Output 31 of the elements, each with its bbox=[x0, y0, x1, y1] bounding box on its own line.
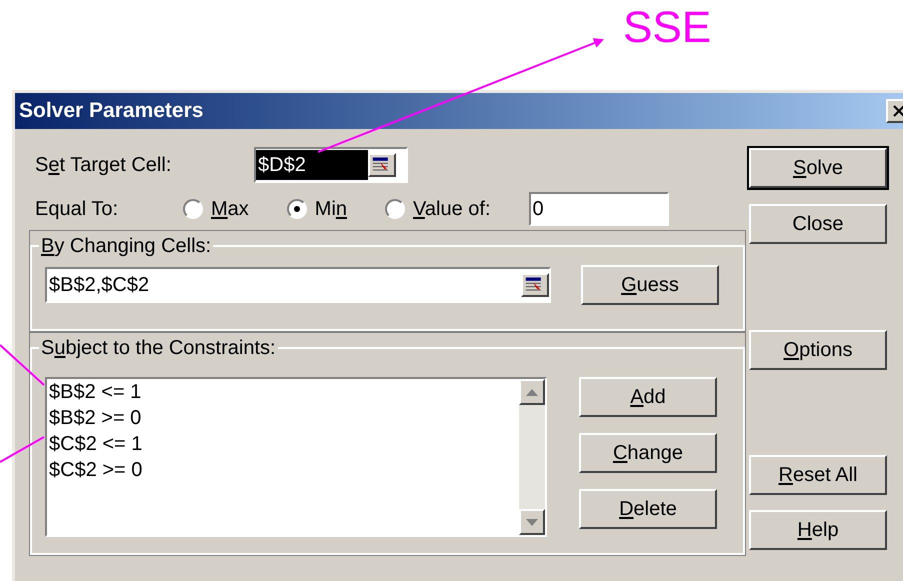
constraint-item[interactable]: $B$2 <= 1 bbox=[49, 379, 519, 405]
window-title: Solver Parameters bbox=[19, 98, 204, 124]
radio-option[interactable]: Value of: bbox=[385, 194, 490, 224]
constraint-button[interactable]: Change bbox=[579, 433, 717, 473]
scroll-down-icon bbox=[526, 518, 538, 526]
scroll-up-icon bbox=[526, 388, 538, 396]
annotation-label: SSE bbox=[623, 6, 712, 50]
dialog-button[interactable]: Options bbox=[749, 330, 887, 370]
dialog-button[interactable]: Help bbox=[749, 510, 887, 550]
group-title: By Changing Cells: bbox=[40, 234, 212, 259]
dialog-button[interactable]: Close bbox=[749, 204, 887, 244]
radio-option[interactable]: Min bbox=[286, 194, 348, 224]
changing-cells-field[interactable]: $B$2,$C$2 bbox=[45, 267, 551, 303]
leader-line bbox=[0, 436, 44, 463]
target-cell-field[interactable]: $D$2 bbox=[254, 147, 408, 183]
value-field[interactable]: 0 bbox=[528, 192, 668, 226]
dialog-button[interactable]: Reset All bbox=[749, 455, 887, 495]
field-label: Set Target Cell: bbox=[34, 153, 172, 178]
dialog-button[interactable]: Solve bbox=[749, 148, 887, 188]
close-icon bbox=[893, 105, 903, 117]
scrollbar[interactable] bbox=[519, 379, 545, 535]
group-title: Subject to the Constraints: bbox=[40, 336, 277, 361]
constraints-list[interactable]: $B$2 <= 1 $B$2 >= 0 $C$2 <= 1 $C$2 >= 0 bbox=[45, 377, 547, 537]
radio-option[interactable]: Max bbox=[183, 194, 249, 224]
constraint-button[interactable]: Delete bbox=[579, 489, 717, 529]
field-label: Equal To: bbox=[34, 197, 120, 222]
constraint-button[interactable]: Add bbox=[579, 377, 717, 417]
constraint-item[interactable]: $B$2 >= 0 bbox=[49, 405, 519, 431]
constraint-item[interactable]: $C$2 <= 1 bbox=[49, 431, 519, 457]
guess-button[interactable]: Guess bbox=[581, 265, 719, 305]
constraint-item[interactable]: $C$2 >= 0 bbox=[49, 457, 519, 483]
